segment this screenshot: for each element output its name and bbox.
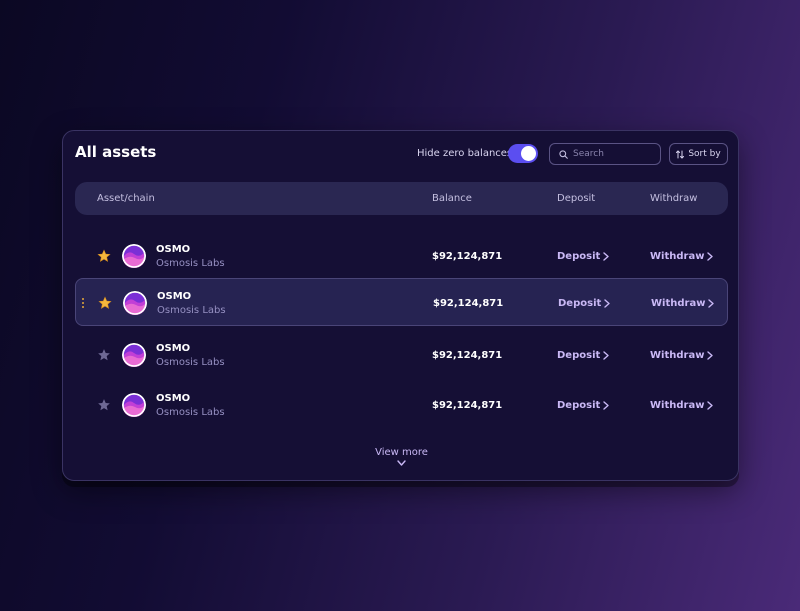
search-icon <box>559 149 568 159</box>
deposit-link[interactable]: Deposit <box>557 251 609 262</box>
hide-zero-balances-toggle[interactable] <box>508 144 538 163</box>
page-title: All assets <box>75 143 157 161</box>
chevron-down-icon <box>397 460 406 466</box>
withdraw-link[interactable]: Withdraw <box>650 251 714 262</box>
osmo-token-icon <box>122 343 146 367</box>
asset-chain: Osmosis Labs <box>156 258 225 269</box>
withdraw-link[interactable]: Withdraw <box>651 298 715 309</box>
osmo-token-icon <box>123 291 147 315</box>
search-placeholder: Search <box>573 149 604 159</box>
asset-balance: $92,124,871 <box>432 400 503 411</box>
view-more-label: View more <box>375 447 428 458</box>
asset-chain: Osmosis Labs <box>156 407 225 418</box>
sort-by-label: Sort by <box>688 149 721 159</box>
table-header: Asset/chain Balance Deposit Withdraw <box>75 182 728 215</box>
view-more-button[interactable]: View more <box>63 447 740 466</box>
deposit-link[interactable]: Deposit <box>557 350 609 361</box>
asset-name: OSMO <box>156 343 191 354</box>
deposit-label: Deposit <box>557 251 601 262</box>
asset-name: OSMO <box>156 393 191 404</box>
table-row[interactable]: OSMO Osmosis Labs $92,124,871 Deposit Wi… <box>75 278 728 326</box>
osmo-token-icon <box>122 244 146 268</box>
withdraw-label: Withdraw <box>650 251 705 262</box>
column-header-asset[interactable]: Asset/chain <box>97 193 155 204</box>
chevron-right-icon <box>603 351 609 360</box>
withdraw-label: Withdraw <box>651 298 706 309</box>
column-header-withdraw: Withdraw <box>650 193 698 204</box>
sort-icon <box>676 149 685 159</box>
asset-balance: $92,124,871 <box>432 350 503 361</box>
asset-name: OSMO <box>157 291 192 302</box>
drag-handle-icon[interactable] <box>82 298 85 308</box>
sort-by-button[interactable]: Sort by <box>669 143 728 165</box>
star-icon[interactable] <box>97 249 111 263</box>
chevron-right-icon <box>707 252 714 261</box>
asset-chain: Osmosis Labs <box>157 305 226 316</box>
chevron-right-icon <box>604 299 610 308</box>
chevron-right-icon <box>603 401 609 410</box>
star-icon[interactable] <box>97 398 111 412</box>
deposit-label: Deposit <box>557 400 601 411</box>
all-assets-card: All assets Hide zero balances Search Sor… <box>62 130 739 481</box>
asset-name: OSMO <box>156 244 191 255</box>
table-row[interactable]: OSMO Osmosis Labs $92,124,871 Deposit Wi… <box>75 381 728 429</box>
osmo-token-icon <box>122 393 146 417</box>
chevron-right-icon <box>707 351 714 360</box>
withdraw-link[interactable]: Withdraw <box>650 400 714 411</box>
asset-chain: Osmosis Labs <box>156 357 225 368</box>
hide-zero-balances-label: Hide zero balances <box>417 148 513 159</box>
chevron-right-icon <box>707 401 714 410</box>
deposit-link[interactable]: Deposit <box>557 400 609 411</box>
star-icon[interactable] <box>98 296 112 310</box>
asset-balance: $92,124,871 <box>432 251 503 262</box>
star-icon[interactable] <box>97 348 111 362</box>
deposit-label: Deposit <box>558 298 602 309</box>
table-row[interactable]: OSMO Osmosis Labs $92,124,871 Deposit Wi… <box>75 331 728 379</box>
deposit-label: Deposit <box>557 350 601 361</box>
search-input[interactable]: Search <box>549 143 661 165</box>
withdraw-link[interactable]: Withdraw <box>650 350 714 361</box>
withdraw-label: Withdraw <box>650 350 705 361</box>
asset-balance: $92,124,871 <box>433 298 504 309</box>
deposit-link[interactable]: Deposit <box>558 298 610 309</box>
withdraw-label: Withdraw <box>650 400 705 411</box>
toggle-knob <box>521 146 536 161</box>
column-header-deposit: Deposit <box>557 193 596 204</box>
table-row[interactable]: OSMO Osmosis Labs $92,124,871 Deposit Wi… <box>75 232 728 280</box>
chevron-right-icon <box>603 252 609 261</box>
chevron-right-icon <box>708 299 715 308</box>
column-header-balance[interactable]: Balance <box>432 193 472 204</box>
